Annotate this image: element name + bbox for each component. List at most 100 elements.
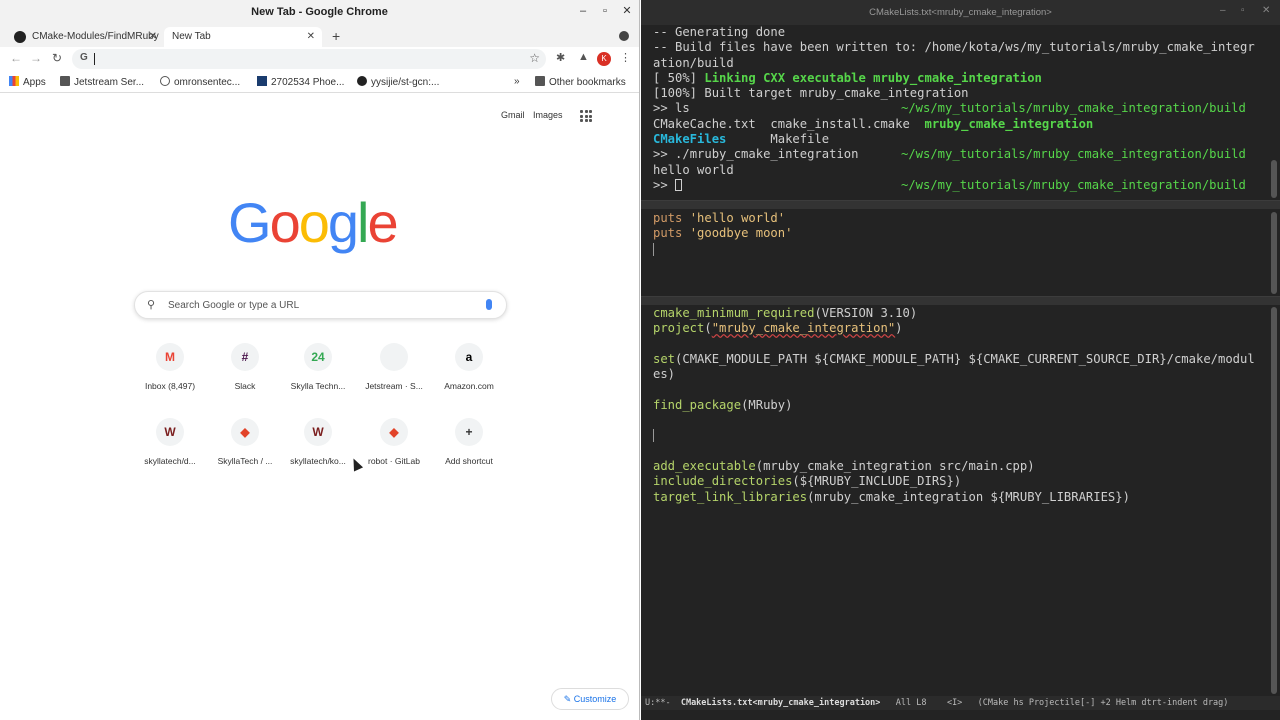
emacs-window-title: CMakeLists.txt<mruby_cmake_integration> (869, 7, 1052, 18)
terminal-pane[interactable]: -- Generating done -- Build files have b… (641, 25, 1268, 200)
bookmark-label: 2702534 Phoe... (271, 77, 345, 88)
search-placeholder: Search Google or type a URL (168, 300, 300, 311)
google-logo-letter: e (367, 191, 398, 254)
shortcut-tile[interactable]: 24 Skylla Techn... (278, 343, 358, 391)
bookmark-jetstream[interactable]: Jetstream Ser... (60, 76, 144, 88)
code-function: set (653, 351, 676, 366)
bookmark-st-gcn[interactable]: yysijie/st-gcn:... (357, 76, 439, 88)
code-function: include_directories (653, 474, 793, 489)
shell-prompt: >> (653, 147, 676, 162)
modeline-buffer-name: CMakeLists.txt<mruby_cmake_integration> (680, 698, 881, 708)
bookmark-label: Jetstream Ser... (74, 77, 145, 88)
bookmark-label: Other bookmarks (549, 77, 626, 88)
shortcut-icon: W (304, 418, 332, 446)
code-paren: ( (704, 321, 712, 336)
forward-icon[interactable]: → (30, 51, 42, 65)
link-message: Linking CXX executable mruby_cmake_integ… (704, 70, 1042, 85)
shortcut-tile[interactable]: M Inbox (8,497) (130, 343, 210, 391)
reload-icon[interactable]: ↻ (52, 51, 62, 65)
shortcut-icon: M (156, 343, 184, 371)
tab-close-icon[interactable]: ✕ (307, 27, 315, 47)
chrome-menu-icon[interactable]: ⋮ (620, 51, 631, 64)
maximize-icon[interactable]: ▫ (1241, 5, 1245, 16)
shortcut-tile[interactable]: + Add shortcut (429, 418, 509, 466)
terminal-scrollbar[interactable] (1271, 160, 1277, 198)
shortcut-icon: + (455, 418, 483, 446)
code-keyword: puts (653, 211, 683, 225)
shortcut-tile[interactable]: Wskyllatech/d... (130, 418, 210, 466)
chrome-window: New Tab - Google Chrome – ▫ ✕ CMake-Modu… (0, 0, 640, 720)
google-logo-letter: l (357, 191, 370, 254)
code-line: find_package(MRuby) (641, 398, 1268, 413)
google-apps-icon[interactable] (580, 110, 592, 122)
extensions-icon[interactable]: ✱ (556, 51, 565, 64)
window-divider (641, 200, 1280, 209)
address-bar[interactable]: G ☆ (72, 49, 546, 69)
other-bookmarks[interactable]: Other bookmarks (535, 76, 626, 88)
search-box[interactable]: ⚲ Search Google or type a URL (134, 291, 507, 319)
tab-close-icon[interactable]: ✕ (149, 27, 157, 47)
close-icon[interactable]: ✕ (1262, 5, 1270, 16)
minimize-icon[interactable]: – (576, 4, 590, 18)
customize-button[interactable]: ✎ Customize (551, 688, 629, 710)
code-args: (MRuby) (741, 397, 793, 412)
profile-avatar[interactable]: K (597, 52, 611, 66)
code-function: find_package (653, 397, 742, 412)
code-args: (CMAKE_MODULE_PATH ${CMAKE_MODULE_PATH} … (675, 351, 1255, 366)
chrome-titlebar: New Tab - Google Chrome – ▫ ✕ (0, 0, 639, 25)
back-icon[interactable]: ← (10, 51, 22, 65)
code-args: es) (653, 367, 676, 382)
bookmark-star-icon[interactable]: ☆ (529, 51, 540, 65)
tab-label: CMake-Modules/FindMRuby (32, 31, 159, 42)
bookmark-phoenix[interactable]: 2702534 Phoe... (257, 76, 344, 88)
shortcut-label: skyllatech/d... (144, 456, 196, 466)
shortcut-label: Amazon.com (444, 381, 494, 391)
terminal-line: CMakeFiles Makefile (641, 132, 1268, 147)
gmail-link[interactable]: Gmail (501, 110, 525, 120)
shortcut-label: skyllatech/ko... (290, 456, 346, 466)
text-cursor (653, 429, 654, 442)
bookmark-apps[interactable]: Apps (9, 76, 46, 88)
terminal-line: >> ls ~/ws/my_tutorials/mruby_cmake_integ… (641, 101, 1268, 116)
shortcut-tile[interactable]: Jetstream · S... (354, 343, 434, 391)
image-icon (257, 76, 267, 86)
shortcut-label: SkyllaTech / ... (217, 456, 273, 466)
bookmark-omron[interactable]: omronsentec... (160, 76, 240, 88)
ruby-editor-pane[interactable]: puts 'hello world' puts 'goodbye moon' (641, 211, 1268, 295)
microphone-icon[interactable] (486, 299, 492, 310)
code-args: (${MRUBY_INCLUDE_DIRS}) (792, 474, 962, 489)
shortcut-tile[interactable]: Wskyllatech/ko... (278, 418, 358, 466)
modeline-state: U:**- (645, 698, 681, 708)
shortcut-icon: 24 (304, 343, 332, 371)
bookmark-label: omronsentec... (174, 77, 241, 88)
shortcut-tile[interactable]: # Slack (205, 343, 285, 391)
bookmark-label: yysijie/st-gcn:... (371, 77, 440, 88)
github-icon (357, 76, 367, 86)
shortcut-tile[interactable]: ◆ SkyllaTech / ... (205, 418, 285, 466)
shortcut-tile[interactable]: ◆ robot · GitLab (354, 418, 434, 466)
code-args: (VERSION 3.10) (814, 306, 918, 320)
cmake-scrollbar[interactable] (1271, 307, 1277, 694)
images-link[interactable]: Images (533, 110, 563, 120)
extension-arrow-icon[interactable]: ▲ (578, 51, 589, 63)
close-icon[interactable]: ✕ (620, 4, 634, 18)
window-divider (641, 296, 1280, 305)
shortcut-tile[interactable]: a Amazon.com (429, 343, 509, 391)
chrome-window-title: New Tab - Google Chrome (251, 6, 388, 18)
chrome-menu-dot-icon[interactable] (619, 31, 629, 41)
cmake-editor-pane[interactable]: cmake_minimum_required(VERSION 3.10) pro… (641, 306, 1268, 694)
code-line: puts 'goodbye moon' (641, 226, 1268, 241)
tab-new-tab[interactable]: New Tab ✕ (164, 27, 322, 49)
tab-cmake-modules[interactable]: CMake-Modules/FindMRuby ✕ (6, 27, 164, 49)
maximize-icon[interactable]: ▫ (598, 4, 612, 18)
minimize-icon[interactable]: – (1220, 5, 1226, 16)
google-logo-letter: o (298, 191, 330, 254)
bookmarks-overflow-button[interactable]: » (514, 76, 520, 87)
new-tab-button[interactable]: + (332, 28, 340, 44)
shortcut-label: Slack (234, 381, 256, 391)
ruby-scrollbar[interactable] (1271, 212, 1277, 294)
code-string: 'hello world' (689, 211, 786, 225)
shortcut-icon: # (231, 343, 259, 371)
code-keyword: puts (653, 226, 683, 241)
